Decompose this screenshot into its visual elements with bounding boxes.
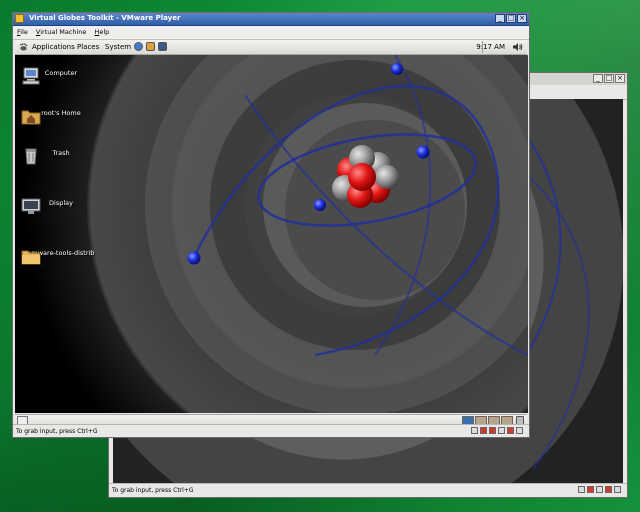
back-maximize-button[interactable]: □ bbox=[604, 74, 614, 83]
back-status-text: To grab input, press Ctrl+G bbox=[112, 487, 194, 494]
menu-file[interactable]: File bbox=[13, 26, 32, 39]
panel-menu-applications[interactable]: Applications bbox=[32, 43, 75, 51]
panel-menu-system[interactable]: System bbox=[105, 43, 131, 51]
back-cdrom-icon[interactable] bbox=[587, 486, 594, 493]
desktop-icon-computer[interactable]: Computer bbox=[21, 67, 101, 85]
back-usb-icon[interactable] bbox=[605, 486, 612, 493]
desktop-icon-trash[interactable]: Trash bbox=[21, 147, 101, 165]
display-icon bbox=[21, 198, 41, 214]
vm-status-text: To grab input, press Ctrl+G bbox=[16, 428, 98, 435]
menu-help[interactable]: Help bbox=[90, 26, 113, 39]
back-window-statusbar: To grab input, press Ctrl+G bbox=[109, 483, 627, 497]
vm-menubar: File Virtual Machine Help bbox=[13, 26, 529, 40]
network-icon[interactable] bbox=[498, 427, 505, 434]
vmware-player-window[interactable]: Virtual Globes Toolkit - VMware Player _… bbox=[12, 12, 530, 438]
vm-close-button[interactable]: × bbox=[517, 14, 527, 23]
speaker-icon[interactable] bbox=[512, 42, 523, 52]
mail-icon[interactable] bbox=[146, 42, 155, 51]
panel-clock[interactable]: 9:17 AM bbox=[476, 43, 505, 51]
desktop-icon-display[interactable]: Display bbox=[21, 197, 101, 214]
vm-maximize-button[interactable]: □ bbox=[506, 14, 516, 23]
trash-icon bbox=[25, 148, 37, 165]
folder-icon bbox=[21, 250, 41, 265]
vm-window-titlebar[interactable]: Virtual Globes Toolkit - VMware Player _… bbox=[13, 13, 529, 26]
help-icon[interactable] bbox=[158, 42, 167, 51]
gnome-foot-icon[interactable] bbox=[19, 43, 28, 51]
vm-statusbar: To grab input, press Ctrl+G bbox=[13, 424, 529, 437]
menu-virtual-machine[interactable]: Virtual Machine bbox=[32, 26, 91, 39]
back-network-icon[interactable] bbox=[596, 486, 603, 493]
usb-icon[interactable] bbox=[507, 427, 514, 434]
guest-desktop[interactable]: Computer root's Home Trash Display vmwar… bbox=[15, 55, 528, 413]
desktop-icon-home[interactable]: root's Home bbox=[21, 107, 101, 125]
vm-minimize-button[interactable]: _ bbox=[495, 14, 505, 23]
panel-menu-places[interactable]: Places bbox=[77, 43, 99, 51]
sound-icon[interactable] bbox=[516, 427, 523, 434]
guest-top-panel: Applications Places System 9:17 AM bbox=[15, 40, 527, 55]
floppy-icon[interactable] bbox=[489, 427, 496, 434]
cdrom-icon[interactable] bbox=[480, 427, 487, 434]
computer-icon bbox=[22, 67, 40, 85]
hdd-icon[interactable] bbox=[471, 427, 478, 434]
home-folder-icon bbox=[21, 110, 41, 125]
desktop-icon-vmware-tools[interactable]: vmware-tools-distrib bbox=[21, 247, 101, 265]
back-sound-icon[interactable] bbox=[614, 486, 621, 493]
back-close-button[interactable]: × bbox=[615, 74, 625, 83]
back-minimize-button[interactable]: _ bbox=[593, 74, 603, 83]
vmware-app-icon bbox=[15, 14, 24, 23]
back-hdd-icon[interactable] bbox=[578, 486, 585, 493]
vm-window-title: Virtual Globes Toolkit - VMware Player bbox=[29, 14, 181, 22]
browser-icon[interactable] bbox=[134, 42, 143, 51]
